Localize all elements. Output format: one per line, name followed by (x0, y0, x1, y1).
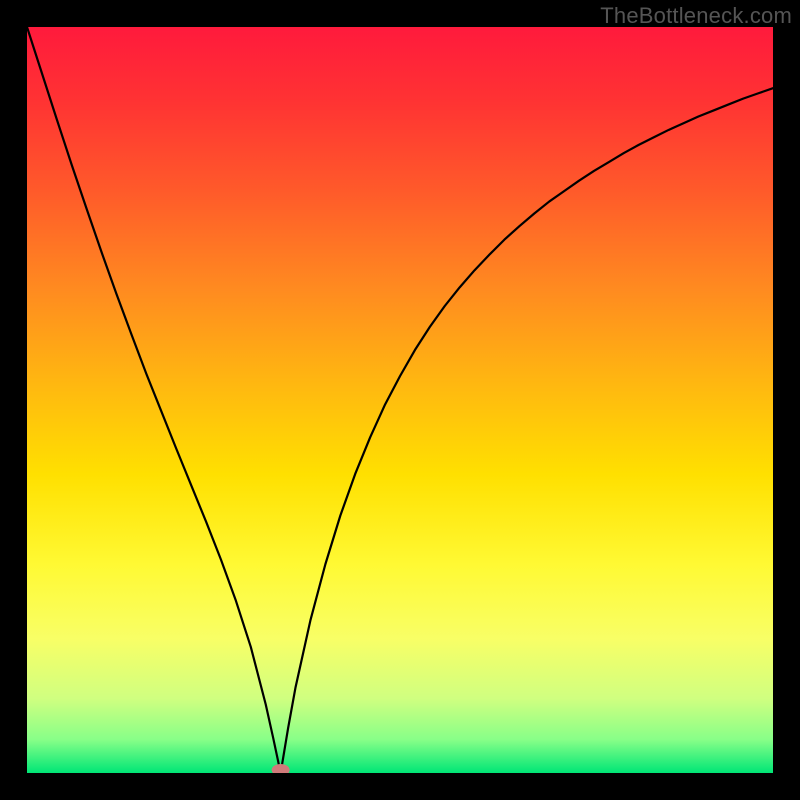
chart-background (27, 27, 773, 773)
chart-svg (27, 27, 773, 773)
chart-frame: TheBottleneck.com (0, 0, 800, 800)
plot-area (27, 27, 773, 773)
watermark-text: TheBottleneck.com (600, 3, 792, 29)
